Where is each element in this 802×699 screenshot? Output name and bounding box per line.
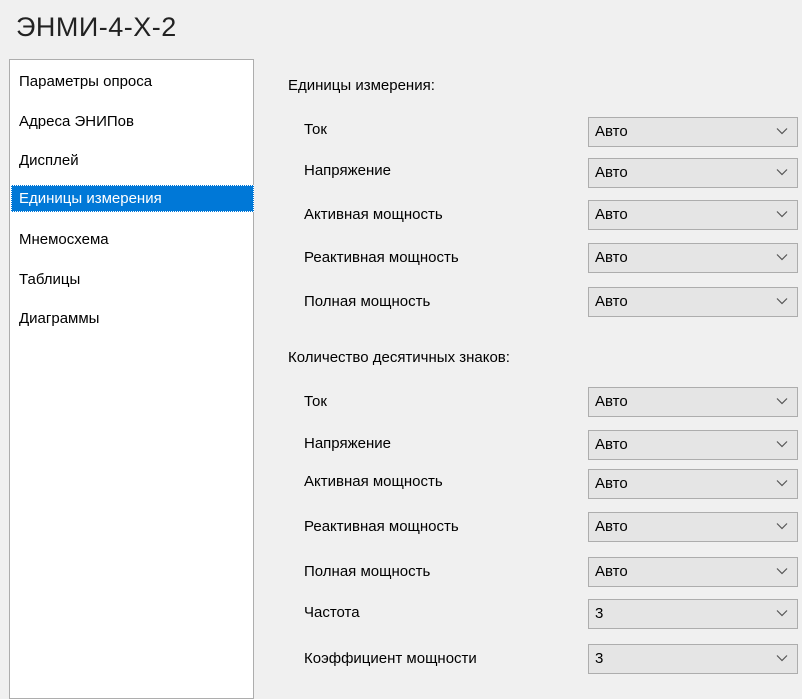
chevron-down-icon	[776, 565, 788, 577]
units-active-power-value: Авто	[595, 206, 628, 223]
decimals-apparent-power-label: Полная мощность	[304, 563, 431, 580]
decimals-apparent-power-value: Авто	[595, 563, 628, 580]
decimals-section-header: Количество десятичных знаков:	[288, 349, 510, 366]
chevron-down-icon	[776, 208, 788, 220]
chevron-down-icon	[776, 166, 788, 178]
nav-item-units[interactable]: Единицы измерения	[11, 185, 254, 212]
units-reactive-power-select[interactable]: Авто	[588, 243, 798, 273]
nav-item-display[interactable]: Дисплей	[11, 147, 254, 174]
units-current-label: Ток	[304, 121, 327, 138]
chevron-down-icon	[776, 125, 788, 137]
units-voltage-select[interactable]: Авто	[588, 158, 798, 188]
decimals-active-power-label: Активная мощность	[304, 473, 443, 490]
app-title: ЭНМИ-4-Х-2	[16, 12, 177, 42]
units-current-value: Авто	[595, 123, 628, 140]
units-voltage-value: Авто	[595, 164, 628, 181]
units-apparent-power-select[interactable]: Авто	[588, 287, 798, 317]
decimals-current-label: Ток	[304, 393, 327, 410]
nav-item-diagrams[interactable]: Диаграммы	[11, 305, 254, 332]
units-reactive-power-value: Авто	[595, 249, 628, 266]
decimals-voltage-value: Авто	[595, 436, 628, 453]
chevron-down-icon	[776, 438, 788, 450]
chevron-down-icon	[776, 607, 788, 619]
decimals-active-power-select[interactable]: Авто	[588, 469, 798, 499]
nav-item-mnemonic[interactable]: Мнемосхема	[11, 226, 254, 253]
settings-nav-list[interactable]: Параметры опроса Адреса ЭНИПов Дисплей Е…	[9, 59, 254, 699]
decimals-current-value: Авто	[595, 393, 628, 410]
decimals-frequency-label: Частота	[304, 604, 360, 621]
decimals-power-factor-value: 3	[595, 650, 604, 667]
decimals-reactive-power-label: Реактивная мощность	[304, 518, 459, 535]
decimals-voltage-select[interactable]: Авто	[588, 430, 798, 460]
decimals-active-power-value: Авто	[595, 475, 628, 492]
units-apparent-power-label: Полная мощность	[304, 293, 431, 310]
decimals-frequency-select[interactable]: 3	[588, 599, 798, 629]
units-active-power-select[interactable]: Авто	[588, 200, 798, 230]
nav-item-enip-addresses[interactable]: Адреса ЭНИПов	[11, 108, 254, 135]
chevron-down-icon	[776, 477, 788, 489]
decimals-frequency-value: 3	[595, 605, 604, 622]
decimals-reactive-power-select[interactable]: Авто	[588, 512, 798, 542]
units-reactive-power-label: Реактивная мощность	[304, 249, 459, 266]
nav-item-polling-params[interactable]: Параметры опроса	[11, 68, 254, 95]
chevron-down-icon	[776, 395, 788, 407]
units-current-select[interactable]: Авто	[588, 117, 798, 147]
decimals-current-select[interactable]: Авто	[588, 387, 798, 417]
decimals-reactive-power-value: Авто	[595, 518, 628, 535]
units-section-header: Единицы измерения:	[288, 77, 435, 94]
nav-item-tables[interactable]: Таблицы	[11, 266, 254, 293]
chevron-down-icon	[776, 295, 788, 307]
decimals-voltage-label: Напряжение	[304, 435, 391, 452]
units-voltage-label: Напряжение	[304, 162, 391, 179]
decimals-power-factor-label: Коэффициент мощности	[304, 650, 477, 667]
chevron-down-icon	[776, 520, 788, 532]
units-apparent-power-value: Авто	[595, 293, 628, 310]
units-active-power-label: Активная мощность	[304, 206, 443, 223]
decimals-power-factor-select[interactable]: 3	[588, 644, 798, 674]
decimals-apparent-power-select[interactable]: Авто	[588, 557, 798, 587]
chevron-down-icon	[776, 251, 788, 263]
chevron-down-icon	[776, 652, 788, 664]
